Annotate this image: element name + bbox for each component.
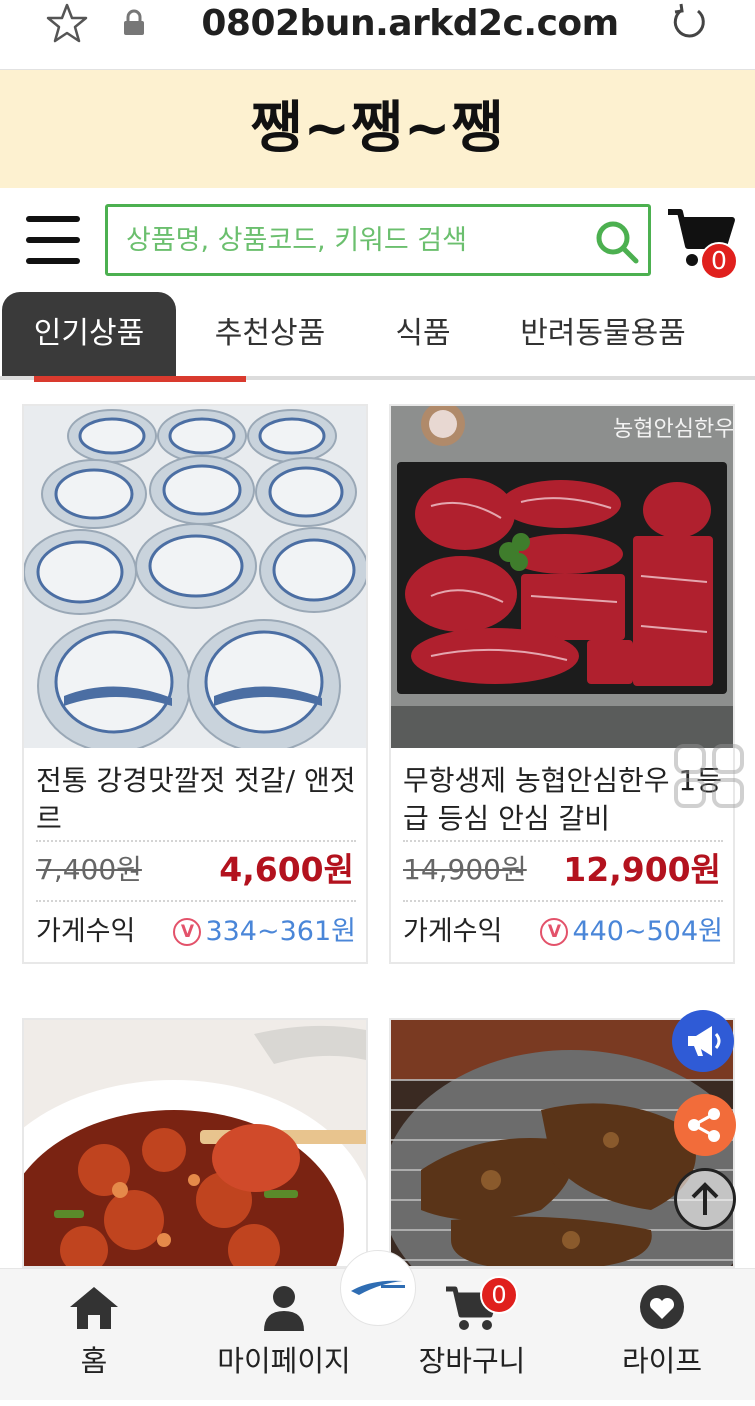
card-divider: [36, 840, 356, 842]
browser-url-bar: 0802bun.arkd2c.com: [0, 0, 755, 70]
product-card[interactable]: 농협안심한우 무항생제 농협안심한우 1등급 등심 안심 갈비 14,900원 …: [389, 404, 735, 964]
store-earnings-label: 가게수익: [403, 916, 503, 947]
nav-home-label: 홈: [80, 1344, 108, 1378]
grid-view-icon[interactable]: [670, 742, 750, 812]
tab-popular[interactable]: 인기상품: [2, 292, 176, 376]
sale-price: 12,900원: [563, 850, 721, 889]
product-card[interactable]: [22, 1018, 368, 1268]
reload-icon[interactable]: [668, 2, 710, 44]
card-divider: [403, 900, 723, 902]
search-input[interactable]: [126, 217, 576, 263]
notice-button[interactable]: [672, 1010, 734, 1072]
nav-home[interactable]: 홈: [4, 1269, 184, 1401]
arrow-up-icon: [691, 1182, 719, 1215]
company-logo[interactable]: [340, 1250, 416, 1326]
store-earnings-range: 440~504원: [572, 916, 723, 947]
heart-icon: [640, 1285, 684, 1329]
scroll-top-button[interactable]: [674, 1168, 736, 1230]
card-divider: [36, 900, 356, 902]
active-tab-indicator: [34, 376, 246, 382]
card-divider: [403, 840, 723, 842]
sale-price: 4,600원: [219, 850, 354, 889]
tab-pet-supplies[interactable]: 반려동물용품: [500, 292, 706, 376]
store-earnings: V 440~504원: [540, 910, 723, 954]
logo-banner: 쨍~쨍~쨍: [0, 70, 755, 188]
nav-life-label: 라이프: [621, 1344, 703, 1378]
nav-cart-label: 장바구니: [418, 1344, 526, 1378]
product-title[interactable]: 전통 강경맛깔젓 젓갈/ 앤젓르: [36, 762, 360, 838]
cart-count-badge: 0: [700, 242, 738, 280]
store-earnings: V 334~361원: [173, 910, 356, 954]
nav-cart-badge: 0: [480, 1276, 518, 1314]
original-price: 14,900원: [403, 853, 527, 886]
tab-food[interactable]: 식품: [362, 292, 484, 376]
product-image[interactable]: [24, 406, 366, 748]
tab-recommended[interactable]: 추천상품: [192, 292, 348, 376]
search-box: [105, 204, 651, 276]
lock-icon: [124, 9, 144, 35]
category-tabs: 인기상품 추천상품 식품 반려동물용품: [0, 292, 755, 382]
original-price: 7,400원: [36, 853, 142, 886]
person-icon: [264, 1286, 304, 1331]
bottom-safe-area: [0, 1400, 755, 1406]
hamburger-menu-icon[interactable]: [26, 216, 80, 264]
v-badge-icon: V: [540, 918, 569, 946]
v-badge-icon: V: [173, 918, 202, 946]
store-earnings-label: 가게수익: [36, 916, 136, 947]
site-logo[interactable]: 쨍~쨍~쨍: [0, 70, 755, 188]
cart-button[interactable]: 0: [666, 206, 744, 280]
company-logo-icon: [351, 1280, 405, 1295]
nav-life[interactable]: 라이프: [572, 1269, 752, 1401]
bookmark-star-icon[interactable]: [46, 2, 88, 44]
share-button[interactable]: [674, 1094, 736, 1156]
url-text[interactable]: 0802bun.arkd2c.com: [170, 0, 650, 48]
search-icon[interactable]: [594, 219, 640, 265]
product-card[interactable]: 전통 강경맛깔젓 젓갈/ 앤젓르 7,400원 4,600원 가게수익 V 334…: [22, 404, 368, 964]
home-icon: [70, 1287, 118, 1329]
megaphone-icon: [688, 1026, 721, 1056]
nav-mypage-label: 마이페이지: [217, 1344, 351, 1378]
share-icon: [688, 1108, 720, 1142]
product-image[interactable]: [24, 1020, 366, 1266]
svg-text:농협안심한우: 농협안심한우: [613, 416, 733, 441]
store-earnings-range: 334~361원: [205, 916, 356, 947]
product-image[interactable]: 농협안심한우: [391, 406, 733, 748]
